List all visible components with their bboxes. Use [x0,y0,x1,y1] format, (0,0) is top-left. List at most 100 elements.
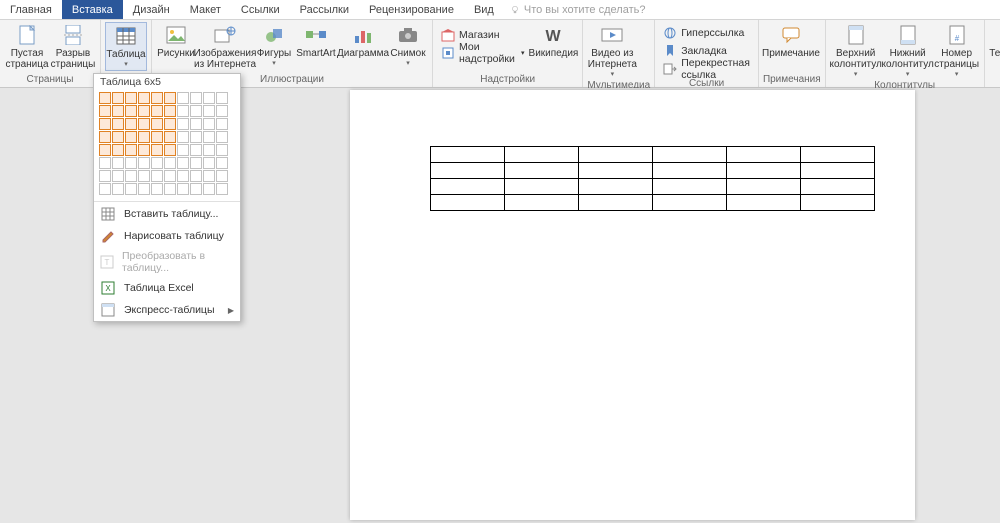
pictures-button[interactable]: Рисунки [156,22,196,59]
table-cell[interactable] [801,195,875,211]
grid-picker-cell[interactable] [177,183,189,195]
grid-picker-cell[interactable] [216,118,228,130]
grid-picker-cell[interactable] [164,183,176,195]
grid-picker-cell[interactable] [164,118,176,130]
tab-design[interactable]: Дизайн [123,0,180,19]
table-cell[interactable] [653,147,727,163]
crossref-button[interactable]: Перекрестная ссылка [659,60,754,78]
table-cell[interactable] [505,195,579,211]
grid-picker-cell[interactable] [125,170,137,182]
textbox-button[interactable]: AТекстовое поле▾ [989,22,1000,80]
excel-table-item[interactable]: XТаблица Excel [94,277,240,299]
grid-picker-cell[interactable] [112,183,124,195]
document-page[interactable] [350,90,915,520]
grid-picker-cell[interactable] [203,118,215,130]
grid-picker-cell[interactable] [216,92,228,104]
tab-view[interactable]: Вид [464,0,504,19]
grid-picker-cell[interactable] [125,118,137,130]
tab-review[interactable]: Рецензирование [359,0,464,19]
table-cell[interactable] [431,163,505,179]
grid-picker-cell[interactable] [216,131,228,143]
grid-picker-cell[interactable] [151,170,163,182]
table-button[interactable]: Таблица ▾ [105,22,147,71]
table-cell[interactable] [653,195,727,211]
screenshot-button[interactable]: Снимок▾ [388,22,428,69]
insert-table-item[interactable]: Вставить таблицу... [94,203,240,225]
tellme-search[interactable]: Что вы хотите сделать? [510,0,646,19]
grid-picker-cell[interactable] [151,105,163,117]
page-number-button[interactable]: #Номер страницы▾ [934,22,980,80]
grid-picker-cell[interactable] [125,183,137,195]
grid-picker-cell[interactable] [203,170,215,182]
grid-picker-cell[interactable] [203,105,215,117]
grid-picker-cell[interactable] [164,170,176,182]
grid-picker-cell[interactable] [99,144,111,156]
grid-picker-cell[interactable] [112,144,124,156]
grid-picker-cell[interactable] [99,183,111,195]
grid-picker-cell[interactable] [112,118,124,130]
grid-picker-cell[interactable] [164,157,176,169]
chart-button[interactable]: Диаграмма [338,22,388,59]
table-cell[interactable] [801,179,875,195]
grid-picker-cell[interactable] [99,105,111,117]
grid-picker-cell[interactable] [216,157,228,169]
grid-picker-cell[interactable] [125,144,137,156]
table-cell[interactable] [505,147,579,163]
table-cell[interactable] [579,179,653,195]
grid-picker-cell[interactable] [138,144,150,156]
grid-picker-cell[interactable] [177,157,189,169]
grid-picker-cell[interactable] [125,157,137,169]
grid-picker-cell[interactable] [112,170,124,182]
grid-picker-cell[interactable] [151,157,163,169]
table-cell[interactable] [727,195,801,211]
grid-picker-cell[interactable] [177,144,189,156]
table-cell[interactable] [579,163,653,179]
grid-picker[interactable] [94,90,240,200]
grid-picker-cell[interactable] [151,118,163,130]
grid-picker-cell[interactable] [190,105,202,117]
footer-button[interactable]: Нижний колонтитул▾ [882,22,934,80]
grid-picker-cell[interactable] [151,144,163,156]
grid-picker-cell[interactable] [216,144,228,156]
table-cell[interactable] [505,163,579,179]
grid-picker-cell[interactable] [151,92,163,104]
my-addins-button[interactable]: Мои надстройки▾ [437,44,529,62]
grid-picker-cell[interactable] [164,92,176,104]
grid-picker-cell[interactable] [99,118,111,130]
grid-picker-cell[interactable] [138,92,150,104]
grid-picker-cell[interactable] [177,105,189,117]
grid-picker-cell[interactable] [99,92,111,104]
grid-picker-cell[interactable] [190,170,202,182]
grid-picker-cell[interactable] [151,183,163,195]
grid-picker-cell[interactable] [203,92,215,104]
grid-picker-cell[interactable] [125,105,137,117]
document-table[interactable] [430,146,875,211]
table-cell[interactable] [431,179,505,195]
grid-picker-cell[interactable] [164,144,176,156]
table-cell[interactable] [801,163,875,179]
tab-mailings[interactable]: Рассылки [290,0,359,19]
tab-references[interactable]: Ссылки [231,0,290,19]
grid-picker-cell[interactable] [203,144,215,156]
grid-picker-cell[interactable] [216,170,228,182]
grid-picker-cell[interactable] [138,105,150,117]
grid-picker-cell[interactable] [99,157,111,169]
table-cell[interactable] [579,147,653,163]
table-cell[interactable] [727,147,801,163]
grid-picker-cell[interactable] [203,157,215,169]
hyperlink-button[interactable]: Гиперссылка [659,24,754,42]
grid-picker-cell[interactable] [138,183,150,195]
grid-picker-cell[interactable] [177,92,189,104]
table-cell[interactable] [727,179,801,195]
grid-picker-cell[interactable] [190,92,202,104]
smartart-button[interactable]: SmartArt [294,22,338,59]
grid-picker-cell[interactable] [190,183,202,195]
quick-tables-item[interactable]: Экспресс-таблицы▶ [94,299,240,321]
grid-picker-cell[interactable] [151,131,163,143]
table-cell[interactable] [579,195,653,211]
blank-page-button[interactable]: Пустая страница [4,22,50,70]
header-button[interactable]: Верхний колонтитул▾ [830,22,882,80]
comment-button[interactable]: Примечание [763,22,819,59]
grid-picker-cell[interactable] [177,131,189,143]
tab-home[interactable]: Главная [0,0,62,19]
